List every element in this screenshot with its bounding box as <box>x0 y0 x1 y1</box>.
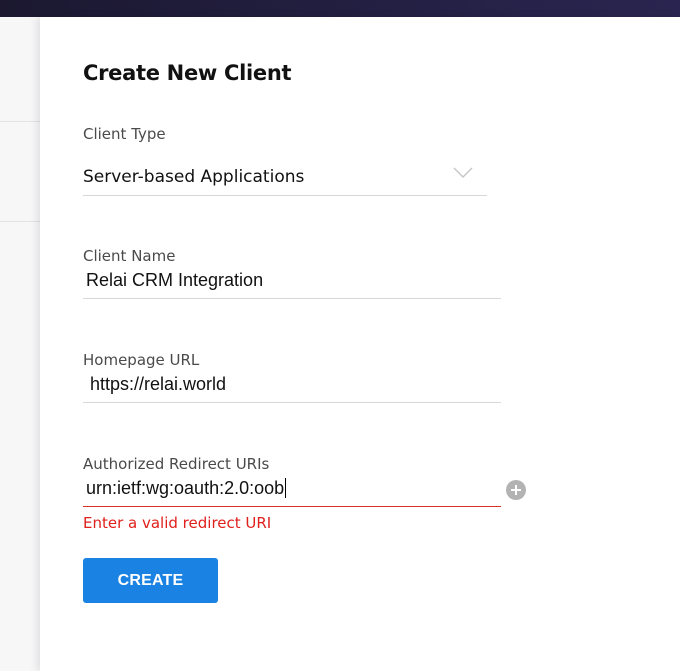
create-button[interactable]: CREATE <box>83 558 218 603</box>
redirect-uri-error: Enter a valid redirect URI <box>83 514 272 532</box>
homepage-url-input[interactable]: https://relai.world <box>83 368 501 403</box>
divider <box>0 221 40 222</box>
top-bar <box>0 0 680 17</box>
text-cursor <box>285 478 287 498</box>
client-type-label: Client Type <box>83 125 166 143</box>
client-type-value: Server-based Applications <box>83 167 305 187</box>
panel-title: Create New Client <box>83 61 292 85</box>
redirect-uri-value-wrap: urn:ietf:wg:oauth:2.0:oob <box>86 478 287 499</box>
redirect-uri-input[interactable]: urn:ietf:wg:oauth:2.0:oob <box>83 472 501 507</box>
client-name-input[interactable]: Relai CRM Integration <box>83 264 501 299</box>
redirect-uris-label: Authorized Redirect URIs <box>83 455 270 473</box>
add-icon[interactable] <box>506 480 526 500</box>
background-page <box>0 17 40 671</box>
client-name-value: Relai CRM Integration <box>86 270 264 290</box>
homepage-url-label: Homepage URL <box>83 351 200 369</box>
chevron-down-icon <box>453 167 473 178</box>
create-client-panel: Create New Client Client Type Server-bas… <box>40 17 680 671</box>
homepage-url-value: https://relai.world <box>90 374 227 394</box>
divider <box>0 121 40 122</box>
redirect-uri-value: urn:ietf:wg:oauth:2.0:oob <box>86 478 285 498</box>
client-type-select[interactable]: Server-based Applications <box>83 161 487 196</box>
client-name-label: Client Name <box>83 247 176 265</box>
